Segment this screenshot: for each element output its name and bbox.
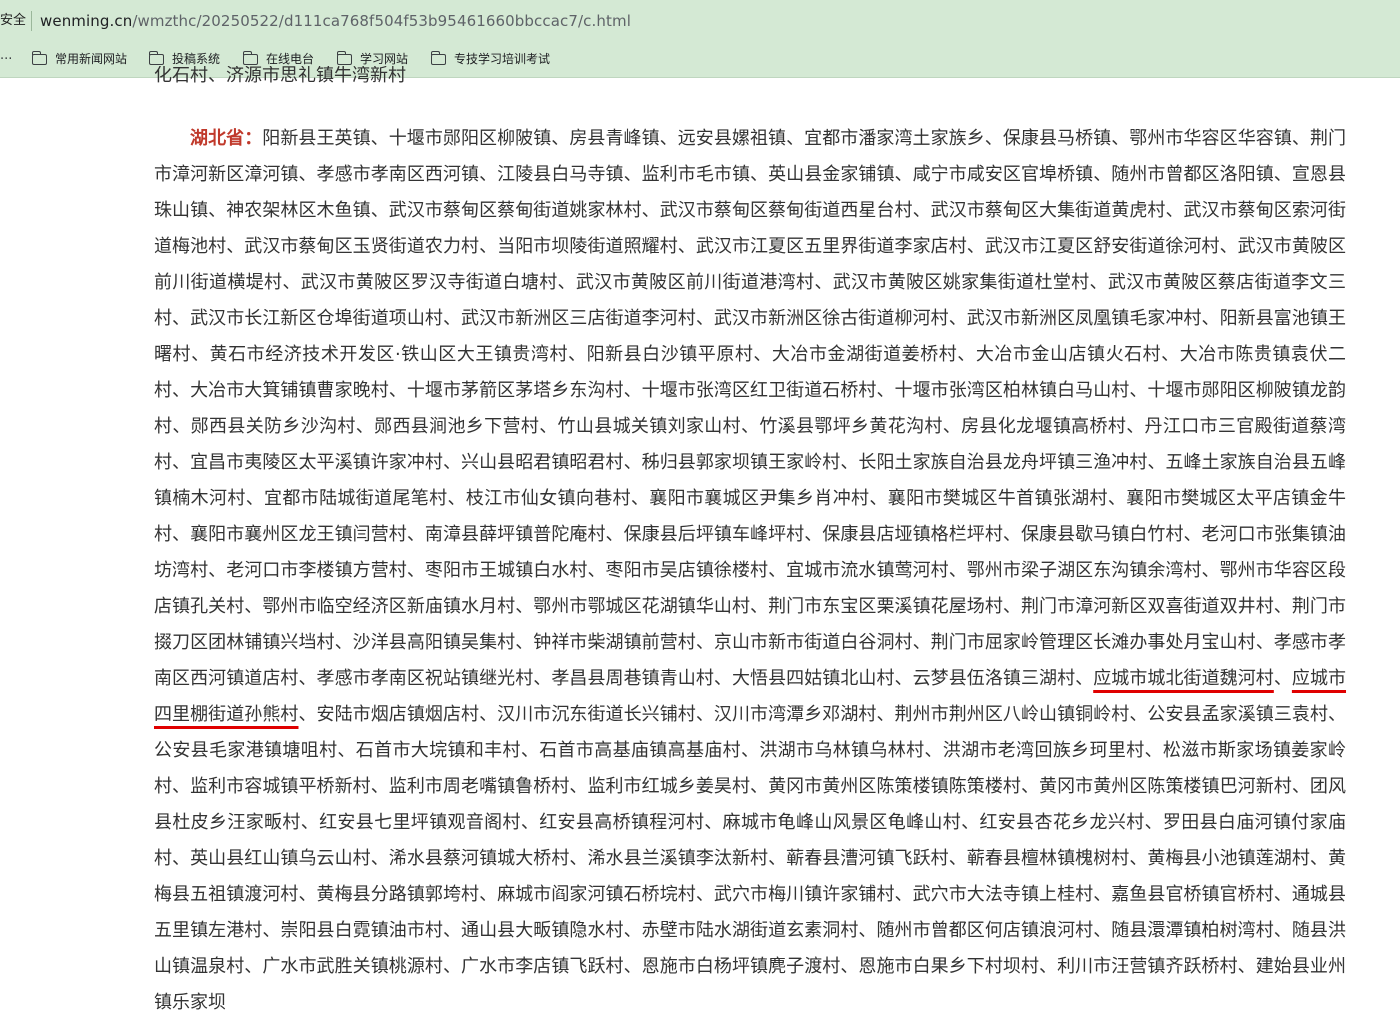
bookmark-label: 专技学习培训考试 xyxy=(454,52,551,66)
url-field[interactable]: wenming.cn/wmzthc/20250522/d111ca768f504… xyxy=(40,10,631,32)
bookmark-folder-news[interactable]: 常用新闻网站 xyxy=(31,48,128,70)
folder-icon xyxy=(430,50,446,65)
clipped-text-line: 化石村、济源市思礼镇牛湾新村 xyxy=(154,66,406,92)
security-label[interactable]: 安全 xyxy=(0,11,33,31)
bookmarks-overflow[interactable]: ... xyxy=(0,48,12,63)
folder-icon xyxy=(31,50,47,65)
folder-icon xyxy=(336,50,352,65)
separator: 、 xyxy=(1273,668,1292,689)
article-paragraph: 湖北省：阳新县王英镇、十堰市郧阳区柳陂镇、房县青峰镇、远安县嫘祖镇、宜都市潘家湾… xyxy=(154,121,1346,1021)
province-label: 湖北省： xyxy=(190,128,263,149)
address-bar[interactable]: 安全 wenming.cn/wmzthc/20250522/d111ca768f… xyxy=(0,0,1400,40)
folder-icon xyxy=(242,50,258,65)
clipped-text: 化石村、济源市思礼镇牛湾新村 xyxy=(154,66,406,86)
bookmark-label: 常用新闻网站 xyxy=(55,52,128,66)
highlighted-village-1: 应城市城北街道魏河村 xyxy=(1093,668,1274,689)
village-list-before: 阳新县王英镇、十堰市郧阳区柳陂镇、房县青峰镇、远安县嫘祖镇、宜都市潘家湾土家族乡… xyxy=(154,128,1347,689)
url-host: wenming.cn xyxy=(40,12,133,30)
village-list-after: 、安陆市烟店镇烟店村、汉川市沉东街道长兴铺村、汉川市湾潭乡邓湖村、荆州市荆州区八… xyxy=(154,704,1347,1013)
bookmark-folder-training[interactable]: 专技学习培训考试 xyxy=(430,48,551,70)
folder-icon xyxy=(148,50,164,65)
url-path: /wmzthc/20250522/d111ca768f504f53b954616… xyxy=(132,12,631,30)
